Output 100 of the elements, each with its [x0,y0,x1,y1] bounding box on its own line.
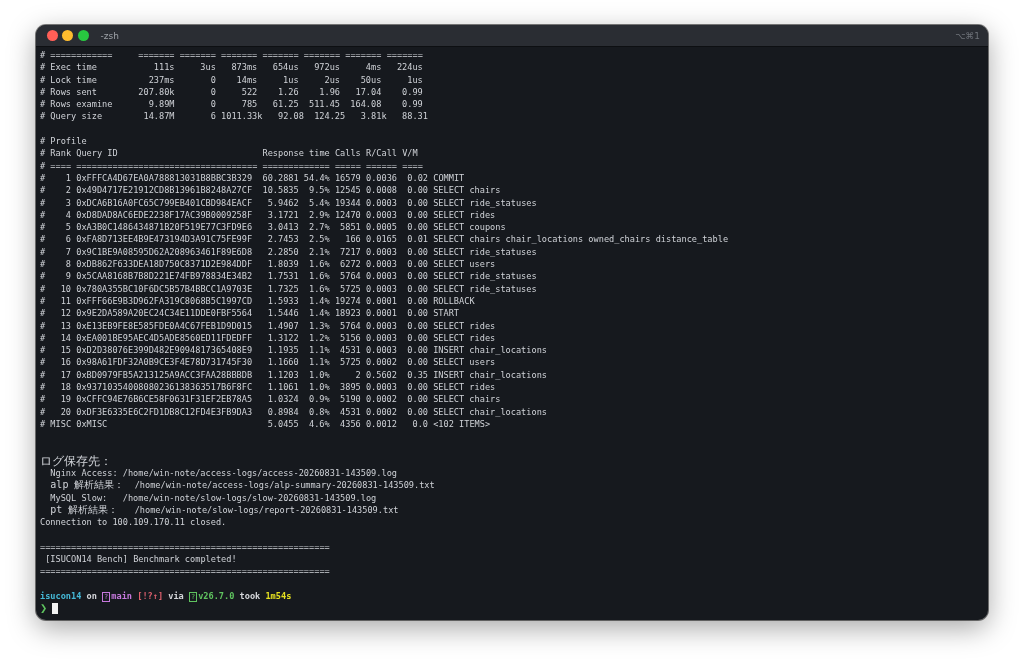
separator-rule: ============= [262,159,330,172]
query-id: 0x5CAA8168B7B8D221E74FB978834E34B2 [76,270,254,283]
window-title: -zsh [100,30,119,41]
time-per-call: 0.0003 [365,344,397,357]
response-share: 0.9% [308,393,330,406]
time-per-call: 0.5602 [365,368,397,382]
zoom-button[interactable] [77,30,89,41]
time-per-call: 0.0002 [365,405,397,418]
stat-value: 50us [359,73,382,86]
minimize-button[interactable] [62,30,73,41]
close-button[interactable] [46,30,58,41]
response-share: 1.0% [308,381,330,394]
stat-value: 14ms [235,73,258,86]
separator-rule: ======= [221,49,258,62]
prompt-symbol: ❯ [40,602,48,615]
query-id: 0xA3B0C1486434871B20F519E77C3FD9E6 [76,221,254,234]
stat-value: 654us [271,61,299,74]
separator-rule: ======================================================== [40,540,330,554]
variance-ratio: 0.00 [406,319,428,332]
stat-value: 1us [282,73,299,86]
file-path: /home/win-note/slow-logs/slow-20260831-143509.log [122,491,377,504]
separator-rule: ======= [303,49,341,62]
rank-number: 10 [59,282,72,295]
rank-number: 20 [59,405,72,418]
call-count: 3895 [339,381,361,394]
response-time: 1.1061 [266,381,299,394]
variance-ratio: 0.00 [406,184,428,197]
variance-ratio: 0.00 [406,344,428,357]
column-heading: Calls [334,147,361,160]
response-time: 5.9462 [266,196,299,209]
file-path: /home/win-note/slow-logs/report-20260831-143509.txt [134,504,399,517]
prompt-text: took [239,590,261,603]
response-share: 0.8% [308,405,330,418]
query-summary: SELECT rides [433,208,496,222]
time-per-call: 0.0002 [365,356,397,369]
response-time: 1.3122 [266,331,299,345]
query-id: 0xD8DAD8AC6EDE2238F17AC39B0009258F [76,208,254,222]
call-count: 6272 [339,258,361,271]
rank-number: 11 [59,294,72,308]
stat-value: 88.31 [401,110,428,123]
stat-value: 14.87M [142,110,175,123]
rank-number: 15 [59,344,72,357]
stat-value: 1.96 [318,85,340,99]
query-summary: INSERT chair_locations [433,368,547,382]
prompt-text: via [168,590,184,603]
stat-value: 207.80k [138,85,175,99]
variance-ratio: 0.00 [406,221,428,234]
call-count: 5156 [339,331,361,345]
time-per-call: 0.0003 [365,196,397,209]
call-count: 5725 [339,282,361,295]
response-time: 1.8039 [266,258,299,271]
status-message: [ISUCON14 Bench] Benchmark completed! [45,553,237,566]
query-summary: SELECT coupons [433,221,506,234]
stat-value: 0 [209,85,216,99]
rank-number: 16 [59,356,72,369]
query-id: 0xCFFC94E76B6CE58F0631F31EF2EB78A5 [76,393,254,406]
response-time: 1.0324 [266,393,299,406]
query-summary: SELECT users [433,258,496,271]
query-id: 0xFFF66E9B3D962FA319C8068B5C1997CD [76,294,254,308]
separator-rule: ======= [138,49,175,62]
rank-number: 7 [64,245,72,259]
rank-number: 5 [64,221,72,234]
log-label: alp 解析結果： [50,479,126,492]
file-path: /home/win-note/access-logs/access-20260831-143509.log [122,467,397,480]
stat-value: 972us [313,61,340,74]
separator-rule: ======= [386,49,423,62]
stat-value: 111s [152,61,175,74]
separator-rule: ======= [179,49,216,62]
comment-mark: # [40,233,46,246]
variance-ratio: 0.00 [406,270,428,283]
response-time: 1.4907 [266,319,299,332]
prompt-text: isucon14 [40,590,82,603]
call-count: 4531 [339,405,361,418]
separator-rule: ======= [345,49,382,62]
column-heading: R/Call [365,147,397,160]
prompt-text: on [86,590,97,603]
query-summary: SELECT rides [433,331,496,345]
query-id: 0xDB862F633DEA18D750C8371D2E984DDF [76,258,254,271]
time-per-call: 0.0003 [365,282,397,295]
time-per-call: 0.0003 [365,245,397,259]
stat-value: 92.08 [276,110,304,123]
response-time: 10.5835 [262,184,299,197]
time-per-call: 0.0003 [365,270,397,283]
response-time: 1.7531 [266,270,299,283]
variance-ratio: 0.0 [411,417,428,431]
log-heading: ログ保存先： [40,454,112,468]
prompt-text: 1m54s [265,590,292,603]
rank-number: 13 [59,319,72,332]
rank-number: 8 [64,258,72,271]
time-per-call: 0.0003 [365,319,397,332]
stat-value: 17.04 [354,85,382,99]
prompt-text: [!?↑] [137,590,164,603]
response-share: 1.6% [308,258,330,271]
time-per-call: 0.0012 [365,417,397,431]
call-count: 4356 [339,417,361,431]
rank-number: 19 [59,393,72,406]
comment-mark: # [40,393,46,406]
stat-value: 522 [240,85,258,99]
response-share: 1.4% [308,294,330,308]
call-count: 5190 [339,393,361,406]
